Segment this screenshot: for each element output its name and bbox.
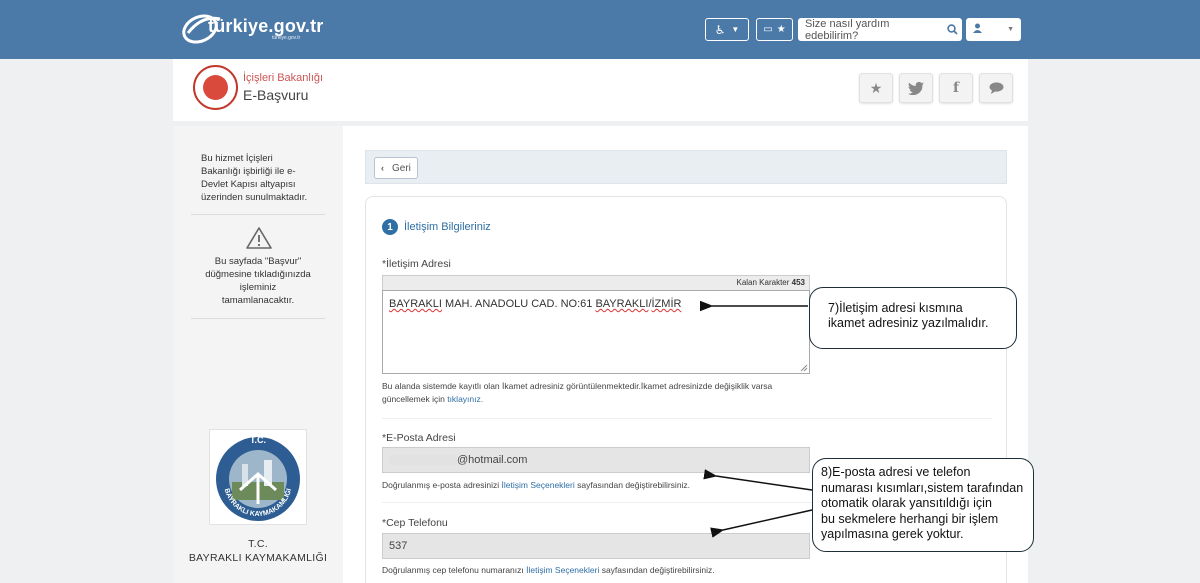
submit-warning-text: Bu sayfada "Başvur" düğmesine tıkladığın… — [173, 255, 343, 307]
help-line: güncellemek için — [382, 394, 448, 404]
info-line: Bakanlığı işbirliği ile e- — [201, 166, 296, 177]
search-placeholder: Size nasıl yardım edebilirim? — [805, 17, 890, 42]
facebook-share-button[interactable]: f — [939, 73, 973, 103]
user-menu-button[interactable]: ▼ — [966, 18, 1021, 41]
address-value-part: BAYRAKLI — [389, 298, 442, 310]
step-number: 1 — [382, 219, 398, 235]
facebook-icon: f — [952, 80, 960, 96]
back-button[interactable]: ‹ Geri — [374, 157, 418, 179]
sidebar: Bu hizmet İçişleri Bakanlığı işbirliği i… — [173, 126, 343, 583]
address-label: *İletişim Adresi — [382, 258, 451, 270]
sidebar-divider — [191, 214, 325, 215]
phone-help-text: Doğrulanmış cep telefonu numaranızı İlet… — [382, 564, 715, 577]
comment-icon — [989, 82, 1003, 94]
address-annotation: 7)İletişim adresi kısmına ikamet adresin… — [809, 287, 1017, 349]
kaymakamlik-logo: T.C. BAYRAKLI KAYMAKAMLIĞI — [209, 429, 307, 525]
navigation-bar: ‹ Geri — [365, 150, 1007, 184]
annotation-line: yapılmasına gerek yoktur. — [821, 527, 964, 541]
help-text: Doğrulanmış cep telefonu numaranızı — [382, 565, 527, 575]
back-label: Geri — [392, 162, 411, 174]
search-input[interactable]: Size nasıl yardım edebilirim? — [798, 17, 962, 42]
warning-line: Bu sayfada "Başvur" — [214, 256, 302, 267]
address-textarea[interactable]: BAYRAKLI MAH. ANADOLU CAD. NO:61 BAYRAKL… — [382, 290, 810, 374]
info-line: üzerinden sunulmaktadır. — [201, 192, 308, 203]
sidebar-divider — [191, 318, 325, 319]
update-address-link[interactable]: tıklayınız. — [447, 394, 483, 404]
ministry-seal-logo — [193, 65, 238, 110]
service-title: E-Başvuru — [243, 87, 309, 103]
feedback-button[interactable] — [979, 73, 1013, 103]
contact-options-link[interactable]: İletişim Seçenekleri — [526, 565, 599, 575]
id-card-icon: ▭ — [763, 24, 773, 35]
counter-label: Kalan Karakter — [736, 278, 790, 287]
annotation-line: 7)İletişim adresi kısmına — [828, 301, 963, 315]
star-icon: ★ — [776, 24, 786, 35]
email-help-text: Doğrulanmış e-posta adresinizi İletişim … — [382, 479, 690, 492]
logo-subtext: türkiye.gov.tr — [272, 35, 301, 41]
search-icon[interactable] — [942, 18, 962, 41]
organization-line-2: BAYRAKLI KAYMAKAMLIĞI — [188, 552, 328, 564]
user-icon — [973, 23, 982, 36]
accessibility-menu-button[interactable]: ♿ ▼ — [705, 18, 749, 41]
contact-annotation: 8)E-posta adresi ve telefon numarası kıs… — [812, 458, 1034, 552]
email-field[interactable]: @hotmail.com — [382, 447, 810, 473]
chevron-down-icon: ▼ — [731, 25, 740, 34]
top-navigation-bar: türkiye.gov.tr türkiye.gov.tr ♿ ▼ ▭ ★ Si… — [0, 0, 1200, 59]
annotation-line: ikamet adresiniz yazılmalıdır. — [828, 316, 989, 330]
phone-field[interactable]: 537 — [382, 533, 810, 559]
help-line: Bu alanda sistemde kayıtlı olan İkamet a… — [382, 381, 773, 391]
chevron-left-icon: ‹ — [381, 163, 384, 173]
email-label: *E-Posta Adresi — [382, 432, 456, 444]
star-icon: ★ — [869, 79, 883, 96]
contact-options-link[interactable]: İletişim Seçenekleri — [502, 480, 575, 490]
warning-line: düğmesine tıkladığınızda — [205, 269, 311, 280]
annotation-line: otomatik olarak yansıtıldığı için — [821, 496, 992, 510]
redacted-text — [389, 455, 457, 465]
help-text: sayfasından değiştirebilirsiniz. — [599, 565, 715, 575]
warning-icon — [246, 227, 272, 249]
logo-text: türkiye.gov.tr — [208, 16, 324, 36]
service-header: İçişleri Bakanlığı E-Başvuru ★ f — [173, 59, 1028, 121]
info-line: Devlet Kapısı altyapısı — [201, 179, 296, 190]
step-label: İletişim Bilgileriniz — [404, 221, 491, 233]
phone-label: *Cep Telefonu — [382, 517, 448, 529]
character-counter: Kalan Karakter 453 — [382, 275, 810, 290]
twitter-share-button[interactable] — [899, 73, 933, 103]
annotation-line: 8)E-posta adresi ve telefon — [821, 465, 971, 479]
favorite-button[interactable]: ★ — [859, 73, 893, 103]
help-text: sayfasından değiştirebilirsiniz. — [574, 480, 691, 490]
field-divider — [382, 418, 992, 419]
ministry-name: İçişleri Bakanlığı — [243, 72, 324, 84]
address-value-part: İZMİR — [651, 298, 682, 310]
accessibility-icon: ♿ — [714, 22, 726, 37]
phone-value: 537 — [389, 540, 408, 552]
favorites-button[interactable]: ▭ ★ — [756, 18, 793, 41]
resize-handle-icon[interactable] — [800, 364, 808, 372]
address-help-text: Bu alanda sistemde kayıtlı olan İkamet a… — [382, 380, 772, 406]
email-value: @hotmail.com — [457, 454, 528, 466]
annotation-line: numarası kısımları,sistem tarafından — [821, 480, 1024, 495]
warning-line: işleminiz — [239, 282, 277, 293]
address-value-part: MAH. ANADOLU CAD. NO:61 — [442, 298, 596, 310]
help-text: Doğrulanmış e-posta adresinizi — [382, 480, 502, 490]
annotation-line: bu sekmelere herhangi bir işlem — [821, 511, 999, 526]
logo-top-text: T.C. — [250, 435, 266, 445]
organization-line-1: T.C. — [248, 538, 268, 550]
chevron-down-icon: ▼ — [1007, 26, 1014, 33]
step-header: 1 İletişim Bilgileriniz — [382, 219, 491, 235]
service-info-text: Bu hizmet İçişleri Bakanlığı işbirliği i… — [201, 152, 307, 204]
counter-value: 453 — [791, 278, 805, 287]
warning-line: tamamlanacaktır. — [221, 295, 295, 306]
twitter-icon — [908, 81, 924, 95]
address-value-part: BAYRAKLI — [595, 298, 649, 310]
info-line: Bu hizmet İçişleri — [201, 153, 273, 164]
